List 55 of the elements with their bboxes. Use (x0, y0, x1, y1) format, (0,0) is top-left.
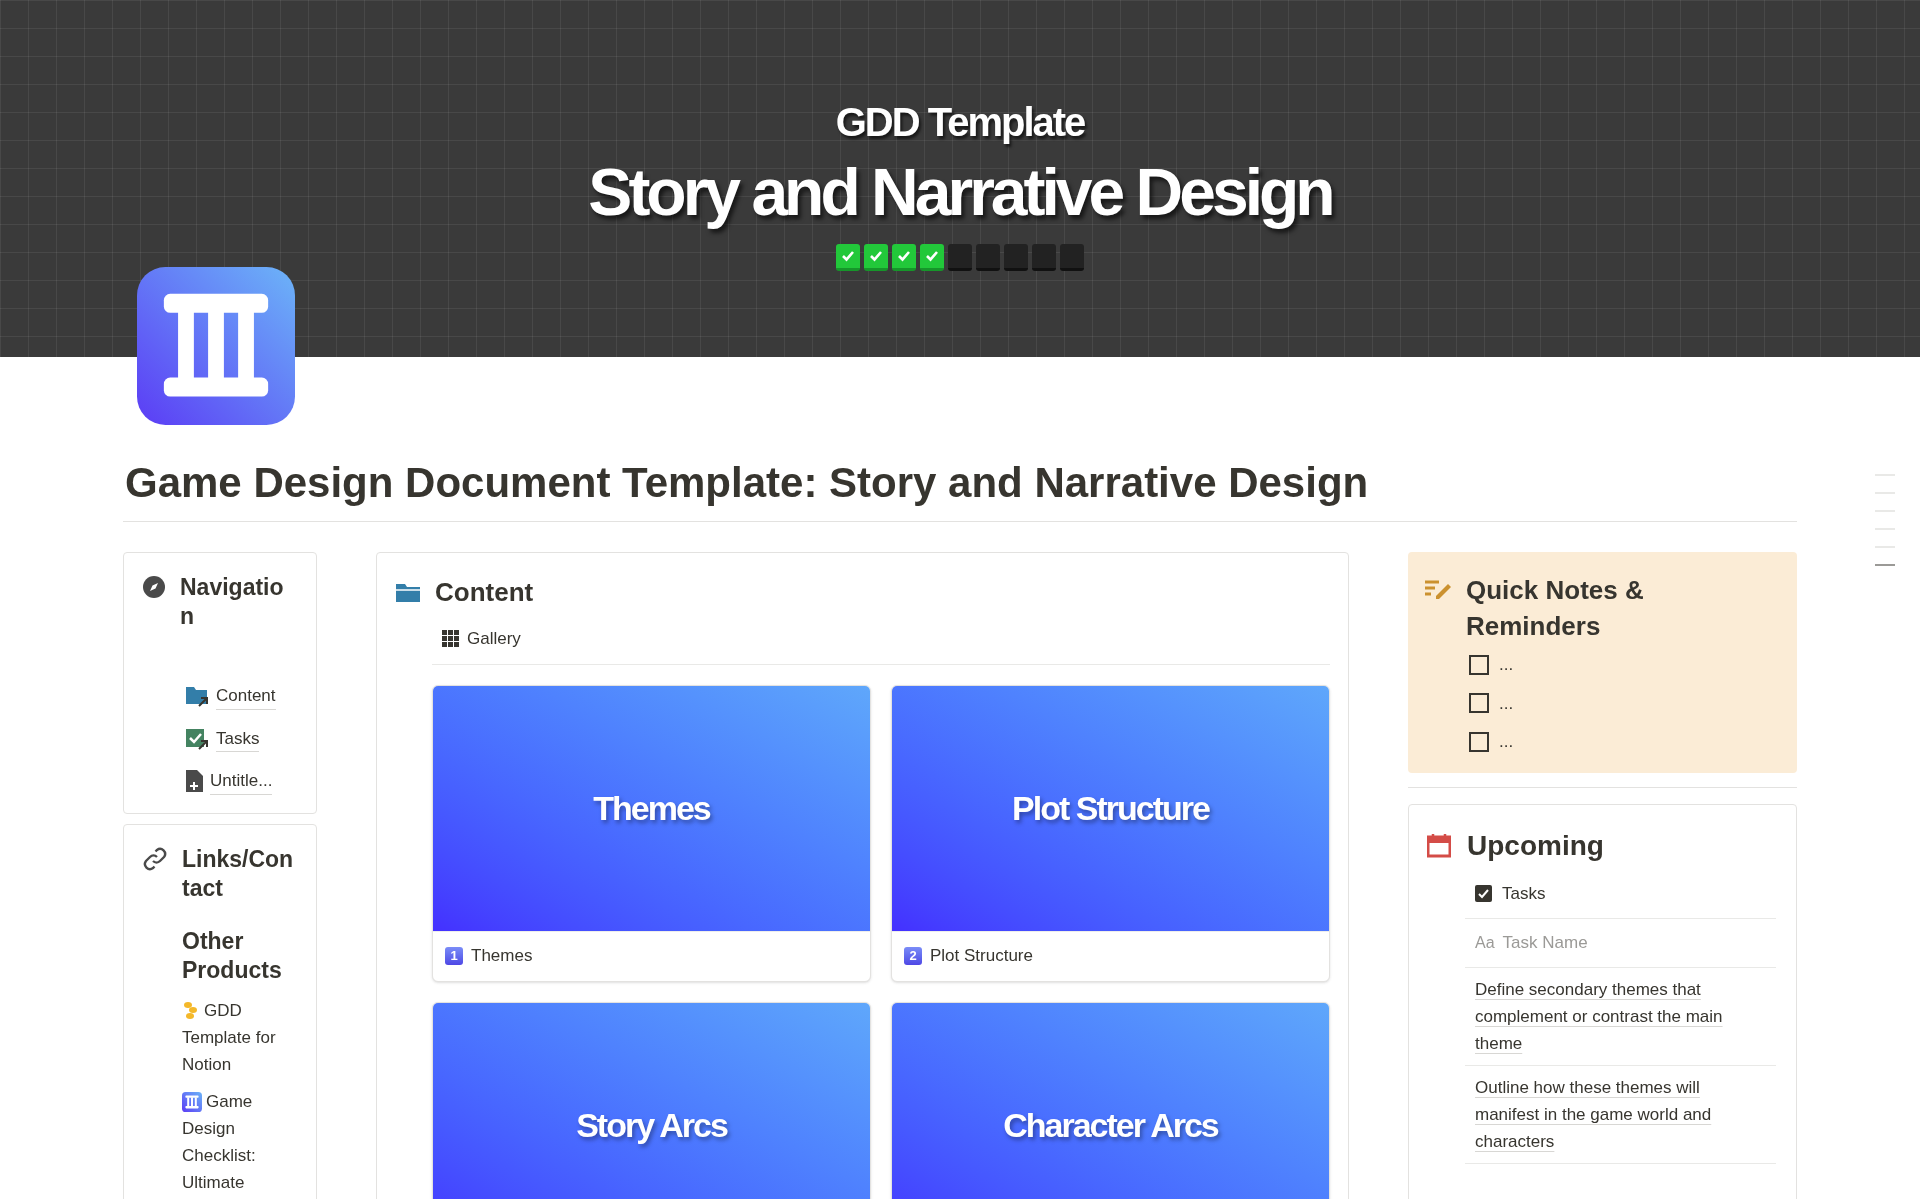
todo-text: ... (1499, 692, 1514, 715)
card-title: Themes (471, 945, 533, 968)
panel-heading: Quick Notes & Reminders (1466, 574, 1645, 643)
gallery-card[interactable]: Themes 1 Themes (432, 684, 871, 982)
checkbox[interactable] (1469, 731, 1489, 752)
pillar-logo-icon (182, 1092, 202, 1112)
cover-title: Character Arcs (1003, 1104, 1218, 1146)
view-tab[interactable]: Gallery (467, 626, 521, 652)
number-badge: 2 (904, 947, 922, 965)
todo-text: ... (1499, 731, 1514, 753)
checkbox-link-icon (185, 726, 211, 751)
page-link[interactable]: Untitle... (210, 768, 273, 795)
section-heading: Other Products (182, 926, 283, 985)
cover-title: Themes (593, 787, 710, 829)
page-plus-icon (185, 769, 205, 794)
checkbox[interactable] (1469, 693, 1489, 714)
cover-title: Plot Structure (1012, 787, 1209, 829)
grid-icon (442, 630, 459, 648)
view-tab[interactable]: Tasks (1502, 880, 1546, 906)
petals-icon (182, 1001, 200, 1021)
gallery-card[interactable]: Plot Structure 2 Plot Structure (891, 684, 1330, 982)
calendar-icon (1427, 833, 1451, 858)
page-link[interactable]: Content (216, 683, 276, 710)
product-link[interactable]: GDD Template for Notion (182, 996, 298, 1078)
panel-heading: Links/Contact (182, 844, 295, 903)
text-type-icon: Aa (1475, 930, 1495, 955)
link-icon (142, 846, 168, 871)
check-icon (869, 250, 883, 262)
checked-box-icon (1475, 884, 1492, 902)
edit-list-icon (1424, 578, 1454, 600)
folder-link-icon (185, 684, 211, 709)
section-title: Upcoming (1467, 828, 1604, 863)
gallery-card[interactable]: Character Arcs (891, 1001, 1330, 1199)
check-icon (925, 250, 939, 262)
checkbox[interactable] (1469, 654, 1489, 675)
page-title: Game Design Document Template: Story and Narrative Design (124, 458, 1370, 508)
folder-icon (395, 581, 421, 604)
number-badge: 1 (445, 947, 463, 965)
todo-text: ... (1499, 654, 1514, 676)
page-link[interactable]: Tasks (216, 725, 260, 752)
check-icon (841, 250, 855, 262)
banner-title: Story and Narrative Design (588, 154, 1332, 231)
section-title: Content (435, 576, 534, 609)
product-link[interactable]: Game Design Checklist: Ultimate (182, 1087, 298, 1196)
card-title: Plot Structure (930, 945, 1033, 968)
page-logo-icon (137, 267, 295, 425)
compass-icon (142, 575, 166, 599)
column-header: Task Name (1502, 932, 1588, 954)
check-icon (897, 250, 911, 262)
cover-title: Story Arcs (576, 1104, 727, 1146)
task-link[interactable]: Define secondary themes that complement or contrast the main theme (1475, 975, 1766, 1057)
panel-heading: Navigation (180, 573, 285, 631)
banner-subtitle: GDD Template (835, 99, 1085, 146)
task-link[interactable]: Outline how these themes will manifest in the game world and characters (1475, 1073, 1766, 1155)
gallery-card[interactable]: Story Arcs (432, 1001, 871, 1199)
